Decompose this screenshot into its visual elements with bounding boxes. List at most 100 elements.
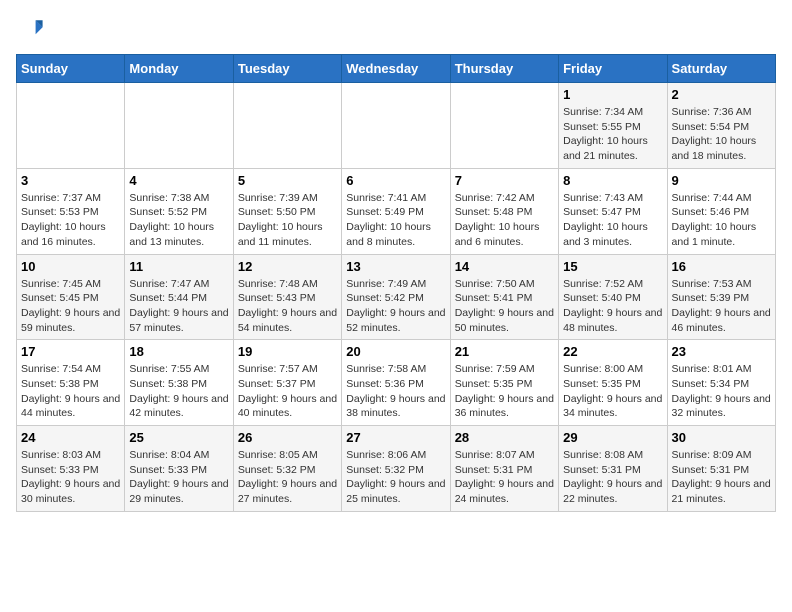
calendar-cell: 22 Sunrise: 8:00 AMSunset: 5:35 PMDayligh… <box>559 340 667 426</box>
calendar-cell: 12Sunrise: 7:48 AMSunset: 5:43 PMDayligh… <box>233 254 341 340</box>
calendar-cell: 7 Sunrise: 7:42 AMSunset: 5:48 PMDaylight… <box>450 168 558 254</box>
day-info: Sunrise: 8:00 AMSunset: 5:35 PMDaylight:… <box>563 362 662 421</box>
day-number: 17 <box>21 344 120 359</box>
day-number: 15 <box>563 259 662 274</box>
calendar-week-row: 1 Sunrise: 7:34 AMSunset: 5:55 PMDaylight… <box>17 83 776 169</box>
day-header-sunday: Sunday <box>17 55 125 83</box>
calendar-cell: 26Sunrise: 8:05 AMSunset: 5:32 PMDayligh… <box>233 426 341 512</box>
day-info: Sunrise: 8:09 AMSunset: 5:31 PMDaylight:… <box>672 448 771 507</box>
day-info: Sunrise: 7:43 AMSunset: 5:47 PMDaylight:… <box>563 191 662 250</box>
day-info: Sunrise: 7:52 AMSunset: 5:40 PMDaylight:… <box>563 277 662 336</box>
day-info: Sunrise: 7:44 AMSunset: 5:46 PMDaylight:… <box>672 191 771 250</box>
day-number: 10 <box>21 259 120 274</box>
calendar-cell <box>233 83 341 169</box>
day-info: Sunrise: 7:42 AMSunset: 5:48 PMDaylight:… <box>455 191 554 250</box>
day-number: 1 <box>563 87 662 102</box>
day-header-friday: Friday <box>559 55 667 83</box>
page-header <box>16 16 776 44</box>
day-info: Sunrise: 7:47 AMSunset: 5:44 PMDaylight:… <box>129 277 228 336</box>
calendar-cell: 1 Sunrise: 7:34 AMSunset: 5:55 PMDaylight… <box>559 83 667 169</box>
calendar-cell: 25 Sunrise: 8:04 AMSunset: 5:33 PMDayligh… <box>125 426 233 512</box>
day-info: Sunrise: 7:55 AMSunset: 5:38 PMDaylight:… <box>129 362 228 421</box>
day-number: 11 <box>129 259 228 274</box>
calendar-week-row: 10 Sunrise: 7:45 AMSunset: 5:45 PMDayligh… <box>17 254 776 340</box>
day-info: Sunrise: 7:48 AMSunset: 5:43 PMDaylight:… <box>238 277 337 336</box>
day-info: Sunrise: 7:36 AMSunset: 5:54 PMDaylight:… <box>672 105 771 164</box>
day-number: 30 <box>672 430 771 445</box>
calendar-cell <box>17 83 125 169</box>
calendar-cell: 21Sunrise: 7:59 AMSunset: 5:35 PMDayligh… <box>450 340 558 426</box>
day-info: Sunrise: 7:41 AMSunset: 5:49 PMDaylight:… <box>346 191 445 250</box>
calendar-table: SundayMondayTuesdayWednesdayThursdayFrid… <box>16 54 776 512</box>
day-info: Sunrise: 8:06 AMSunset: 5:32 PMDaylight:… <box>346 448 445 507</box>
day-number: 7 <box>455 173 554 188</box>
calendar-cell: 3 Sunrise: 7:37 AMSunset: 5:53 PMDaylight… <box>17 168 125 254</box>
calendar-cell: 14 Sunrise: 7:50 AMSunset: 5:41 PMDayligh… <box>450 254 558 340</box>
day-number: 13 <box>346 259 445 274</box>
day-number: 9 <box>672 173 771 188</box>
day-info: Sunrise: 7:37 AMSunset: 5:53 PMDaylight:… <box>21 191 120 250</box>
calendar-cell <box>450 83 558 169</box>
day-header-tuesday: Tuesday <box>233 55 341 83</box>
day-number: 5 <box>238 173 337 188</box>
day-info: Sunrise: 7:57 AMSunset: 5:37 PMDaylight:… <box>238 362 337 421</box>
day-header-monday: Monday <box>125 55 233 83</box>
calendar-cell <box>342 83 450 169</box>
calendar-cell: 11 Sunrise: 7:47 AMSunset: 5:44 PMDayligh… <box>125 254 233 340</box>
calendar-cell: 19 Sunrise: 7:57 AMSunset: 5:37 PMDayligh… <box>233 340 341 426</box>
calendar-cell: 23Sunrise: 8:01 AMSunset: 5:34 PMDayligh… <box>667 340 775 426</box>
day-info: Sunrise: 8:07 AMSunset: 5:31 PMDaylight:… <box>455 448 554 507</box>
calendar-cell: 30 Sunrise: 8:09 AMSunset: 5:31 PMDayligh… <box>667 426 775 512</box>
day-number: 6 <box>346 173 445 188</box>
calendar-cell: 4 Sunrise: 7:38 AMSunset: 5:52 PMDaylight… <box>125 168 233 254</box>
day-info: Sunrise: 7:59 AMSunset: 5:35 PMDaylight:… <box>455 362 554 421</box>
day-info: Sunrise: 8:03 AMSunset: 5:33 PMDaylight:… <box>21 448 120 507</box>
day-number: 18 <box>129 344 228 359</box>
day-info: Sunrise: 8:04 AMSunset: 5:33 PMDaylight:… <box>129 448 228 507</box>
day-info: Sunrise: 7:34 AMSunset: 5:55 PMDaylight:… <box>563 105 662 164</box>
day-number: 22 <box>563 344 662 359</box>
day-number: 27 <box>346 430 445 445</box>
calendar-header-row: SundayMondayTuesdayWednesdayThursdayFrid… <box>17 55 776 83</box>
calendar-cell: 28 Sunrise: 8:07 AMSunset: 5:31 PMDayligh… <box>450 426 558 512</box>
day-number: 16 <box>672 259 771 274</box>
day-info: Sunrise: 8:01 AMSunset: 5:34 PMDaylight:… <box>672 362 771 421</box>
day-number: 24 <box>21 430 120 445</box>
day-number: 25 <box>129 430 228 445</box>
calendar-cell: 8 Sunrise: 7:43 AMSunset: 5:47 PMDaylight… <box>559 168 667 254</box>
calendar-cell: 5 Sunrise: 7:39 AMSunset: 5:50 PMDaylight… <box>233 168 341 254</box>
calendar-cell: 29 Sunrise: 8:08 AMSunset: 5:31 PMDayligh… <box>559 426 667 512</box>
day-number: 8 <box>563 173 662 188</box>
day-header-wednesday: Wednesday <box>342 55 450 83</box>
calendar-cell: 15 Sunrise: 7:52 AMSunset: 5:40 PMDayligh… <box>559 254 667 340</box>
calendar-week-row: 17Sunrise: 7:54 AMSunset: 5:38 PMDayligh… <box>17 340 776 426</box>
day-number: 4 <box>129 173 228 188</box>
day-info: Sunrise: 7:53 AMSunset: 5:39 PMDaylight:… <box>672 277 771 336</box>
day-info: Sunrise: 8:08 AMSunset: 5:31 PMDaylight:… <box>563 448 662 507</box>
calendar-cell: 6 Sunrise: 7:41 AMSunset: 5:49 PMDaylight… <box>342 168 450 254</box>
day-header-thursday: Thursday <box>450 55 558 83</box>
day-number: 14 <box>455 259 554 274</box>
calendar-cell: 24 Sunrise: 8:03 AMSunset: 5:33 PMDayligh… <box>17 426 125 512</box>
calendar-cell: 27 Sunrise: 8:06 AMSunset: 5:32 PMDayligh… <box>342 426 450 512</box>
day-number: 19 <box>238 344 337 359</box>
calendar-cell <box>125 83 233 169</box>
calendar-cell: 10 Sunrise: 7:45 AMSunset: 5:45 PMDayligh… <box>17 254 125 340</box>
day-info: Sunrise: 7:38 AMSunset: 5:52 PMDaylight:… <box>129 191 228 250</box>
calendar-week-row: 3 Sunrise: 7:37 AMSunset: 5:53 PMDaylight… <box>17 168 776 254</box>
day-info: Sunrise: 7:50 AMSunset: 5:41 PMDaylight:… <box>455 277 554 336</box>
logo-icon <box>16 16 44 44</box>
logo <box>16 16 48 44</box>
day-number: 28 <box>455 430 554 445</box>
calendar-cell: 16 Sunrise: 7:53 AMSunset: 5:39 PMDayligh… <box>667 254 775 340</box>
calendar-cell: 20Sunrise: 7:58 AMSunset: 5:36 PMDayligh… <box>342 340 450 426</box>
day-info: Sunrise: 7:45 AMSunset: 5:45 PMDaylight:… <box>21 277 120 336</box>
day-number: 2 <box>672 87 771 102</box>
calendar-cell: 18 Sunrise: 7:55 AMSunset: 5:38 PMDayligh… <box>125 340 233 426</box>
day-info: Sunrise: 7:39 AMSunset: 5:50 PMDaylight:… <box>238 191 337 250</box>
day-number: 3 <box>21 173 120 188</box>
day-number: 29 <box>563 430 662 445</box>
calendar-cell: 2 Sunrise: 7:36 AMSunset: 5:54 PMDaylight… <box>667 83 775 169</box>
day-info: Sunrise: 8:05 AMSunset: 5:32 PMDaylight:… <box>238 448 337 507</box>
calendar-cell: 13Sunrise: 7:49 AMSunset: 5:42 PMDayligh… <box>342 254 450 340</box>
